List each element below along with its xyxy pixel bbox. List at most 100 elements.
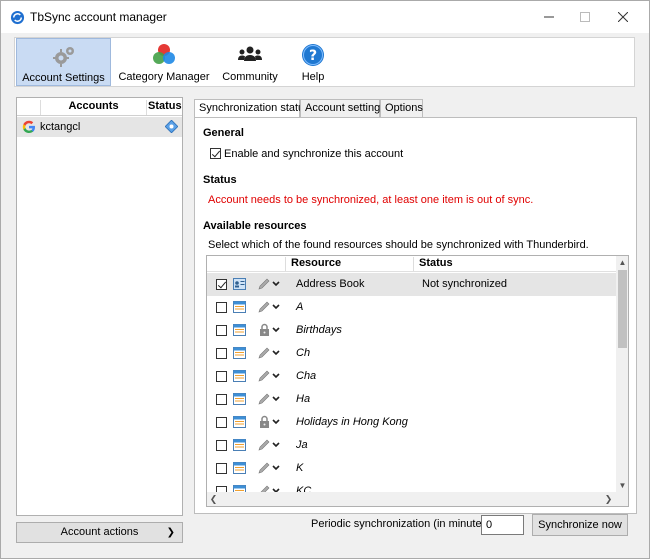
accounts-column-header[interactable]: Accounts [40, 100, 147, 115]
toolbar-label: Category Manager [118, 71, 210, 83]
minimize-icon [544, 16, 554, 18]
resource-name: Ch [296, 347, 311, 359]
scroll-thumb[interactable] [618, 270, 627, 348]
resources-table-header: Resource Status [207, 256, 616, 272]
resource-checkbox[interactable] [216, 348, 227, 359]
resource-column-header[interactable]: Resource [285, 257, 414, 271]
resource-checkbox[interactable] [216, 417, 227, 428]
window-title: TbSync account manager [30, 10, 167, 24]
minimize-button[interactable] [531, 1, 567, 33]
toolbar-label: Help [301, 71, 325, 83]
scrollbar-corner [616, 492, 628, 506]
resource-checkbox[interactable] [216, 325, 227, 336]
pencil-icon[interactable] [257, 392, 281, 406]
resources-section-title: Available resources [203, 220, 307, 232]
horizontal-scrollbar[interactable]: ❮ ❯ [207, 492, 616, 506]
resource-name: Holidays in Hong Kong [296, 416, 408, 428]
general-section-title: General [203, 127, 244, 139]
resource-name: Ha [296, 393, 311, 405]
account-row-kctangcl[interactable]: kctangcl [17, 117, 182, 137]
toolbar-community[interactable]: Community [216, 38, 284, 86]
calendar-icon [233, 347, 246, 359]
toolbar-account-settings[interactable]: Account Settings [16, 38, 111, 86]
resource-row[interactable]: Cha [207, 365, 616, 388]
tab-synchronization-status[interactable]: Synchronization status [194, 99, 310, 119]
people-icon [238, 46, 262, 61]
periodic-sync-input[interactable] [481, 515, 524, 535]
toolbar: Account Settings Category Manager Commun… [14, 37, 635, 87]
resource-checkbox[interactable] [216, 394, 227, 405]
resource-row[interactable]: A [207, 296, 616, 319]
scroll-up-icon[interactable]: ▲ [616, 256, 628, 269]
resource-status-column-header[interactable]: Status [419, 257, 453, 269]
scroll-left-icon[interactable]: ❮ [207, 492, 220, 506]
account-actions-label: Account actions [60, 526, 139, 538]
resource-name: Ja [296, 439, 308, 451]
status-message: Account needs to be synchronized, at lea… [208, 194, 534, 206]
color-circles-icon [153, 44, 175, 64]
toolbar-label: Account Settings [22, 72, 105, 84]
maximize-icon [580, 12, 590, 22]
pencil-icon[interactable] [257, 346, 281, 360]
pencil-icon[interactable] [257, 300, 281, 314]
title-bar: TbSync account manager [1, 1, 649, 33]
toolbar-category-manager[interactable]: Category Manager [118, 38, 210, 86]
tbsync-window: TbSync account manager Account Settings … [0, 0, 650, 559]
close-icon [618, 12, 628, 22]
tab-options[interactable]: Options [380, 99, 423, 118]
lock-icon[interactable] [257, 415, 281, 429]
synchronize-now-button[interactable]: Synchronize now [532, 514, 628, 536]
resource-checkbox[interactable] [216, 440, 227, 451]
resource-row[interactable]: Holidays in Hong Kong [207, 411, 616, 434]
pencil-icon[interactable] [257, 438, 281, 452]
tab-account-settings[interactable]: Account settings [300, 99, 386, 118]
chevron-down-icon: ❯ [166, 527, 175, 538]
resource-checkbox[interactable] [216, 371, 227, 382]
help-icon: ? [302, 44, 324, 66]
account-actions-button[interactable]: Account actions ❯ [16, 522, 183, 543]
scroll-right-icon[interactable]: ❯ [602, 492, 615, 506]
lock-icon[interactable] [257, 323, 281, 337]
calendar-icon [233, 393, 246, 405]
scroll-down-icon[interactable]: ▼ [616, 479, 628, 492]
pencil-icon[interactable] [257, 369, 281, 383]
resource-row[interactable]: Address Book Not synchronized [207, 273, 616, 296]
pencil-icon[interactable] [257, 277, 281, 291]
resource-row[interactable]: K [207, 457, 616, 480]
periodic-sync-label: Periodic synchronization (in minutes) [311, 518, 491, 530]
resource-row[interactable]: Ha [207, 388, 616, 411]
calendar-icon [233, 370, 246, 382]
resources-table: Resource Status Address Book Not synchron… [206, 255, 629, 507]
resource-name: Birthdays [296, 324, 342, 336]
resource-name: Cha [296, 370, 317, 382]
account-name: kctangcl [40, 121, 81, 133]
tbsync-app-icon [10, 10, 25, 25]
calendar-icon [233, 324, 246, 336]
close-button[interactable] [605, 1, 641, 33]
resource-name: A [296, 301, 304, 313]
accounts-list: Accounts Status kctangcl [16, 97, 183, 516]
calendar-icon [233, 439, 246, 451]
status-column-header[interactable]: Status [148, 100, 182, 112]
vertical-scrollbar[interactable]: ▲ ▼ [616, 256, 628, 492]
address-book-icon [233, 278, 246, 290]
resource-row[interactable]: Ja [207, 434, 616, 457]
resource-checkbox[interactable] [216, 463, 227, 474]
sync-status-icon [165, 120, 178, 133]
accounts-list-header: Accounts Status [17, 98, 182, 116]
google-icon [22, 120, 35, 133]
toolbar-help[interactable]: ? Help [293, 38, 333, 86]
calendar-icon [233, 462, 246, 474]
pencil-icon[interactable] [257, 461, 281, 475]
resource-row[interactable]: Birthdays [207, 319, 616, 342]
resource-checkbox[interactable] [216, 302, 227, 313]
resource-name: K [296, 462, 304, 474]
maximize-button[interactable] [567, 1, 603, 33]
resource-status: Not synchronized [422, 278, 507, 290]
enable-sync-label[interactable]: Enable and synchronize this account [224, 148, 403, 160]
resource-checkbox[interactable] [216, 279, 227, 290]
resource-row[interactable]: Ch [207, 342, 616, 365]
svg-text:?: ? [309, 48, 317, 64]
calendar-icon [233, 301, 246, 313]
enable-sync-checkbox[interactable] [210, 148, 221, 159]
